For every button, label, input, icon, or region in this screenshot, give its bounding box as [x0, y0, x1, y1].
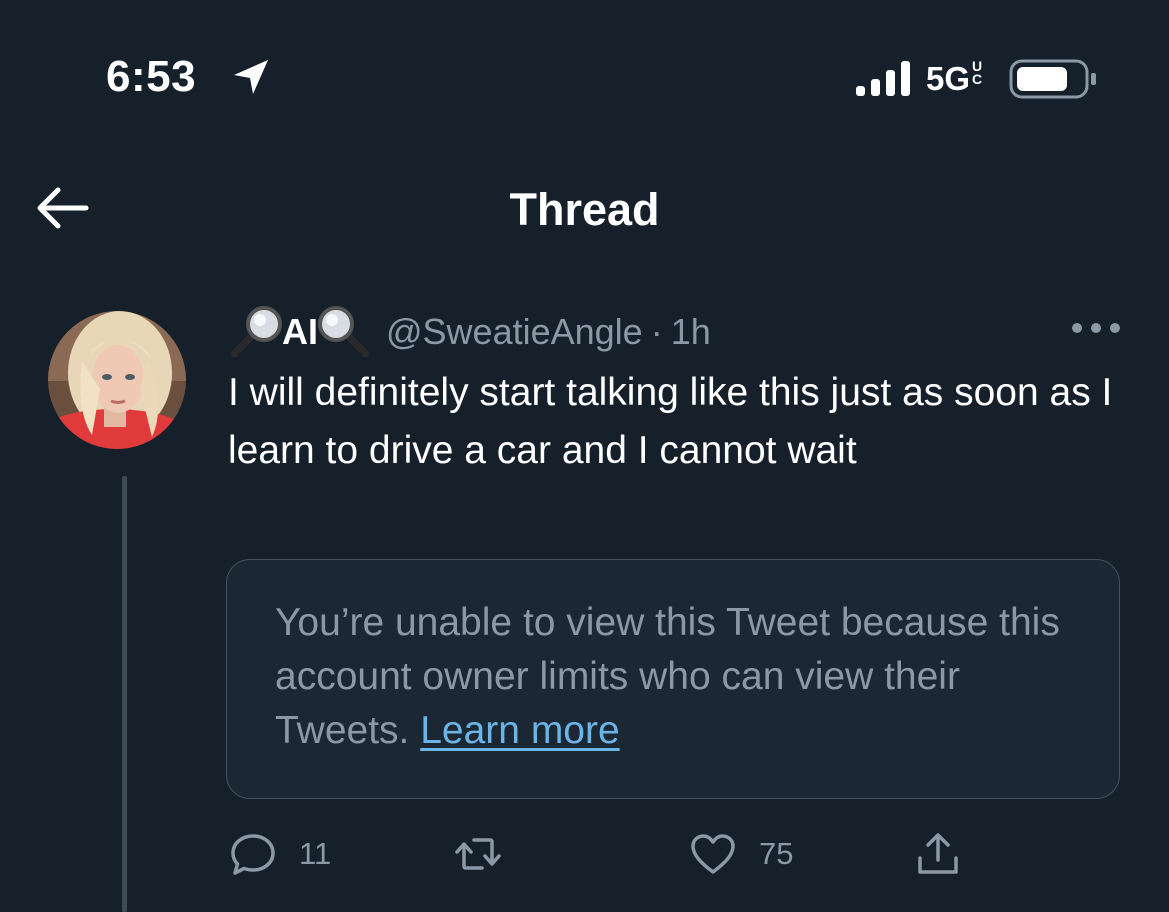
avatar[interactable]: [48, 311, 186, 449]
tweet-header: AI @SweatieAngle · 1h: [228, 304, 711, 360]
user-handle[interactable]: @SweatieAngle: [386, 304, 643, 360]
unavailable-tweet-card: You’re unable to view this Tweet because…: [226, 559, 1120, 799]
share-button[interactable]: [914, 826, 962, 882]
network-indicator: 5G UC: [926, 58, 986, 100]
reply-button[interactable]: 11: [229, 826, 331, 882]
reply-count: 11: [299, 836, 332, 871]
retweet-icon: [455, 838, 501, 870]
battery-icon: [1009, 59, 1096, 99]
unavailable-tweet-message: You’re unable to view this Tweet because…: [275, 596, 1075, 758]
learn-more-link[interactable]: Learn more: [420, 709, 619, 752]
tweet-text: I will definitely start talking like thi…: [228, 371, 1113, 472]
display-name[interactable]: AI: [282, 304, 318, 360]
location-arrow-icon: [234, 60, 268, 94]
page-title: Thread: [509, 184, 660, 235]
cellular-signal-icon: [856, 61, 910, 96]
magnifying-glass-right-icon: [318, 306, 370, 358]
more-options-icon[interactable]: [1068, 315, 1124, 341]
network-type: 5G: [926, 60, 971, 97]
twitter-thread-screen: 6:53 5G UC Thread AI @SweatieAngle · 1h …: [0, 0, 1169, 912]
share-icon: [918, 833, 958, 874]
like-count: 75: [759, 836, 794, 871]
meta-separator: ·: [650, 311, 663, 352]
reply-icon: [231, 834, 275, 875]
network-suffix: UC: [972, 58, 983, 87]
heart-icon: [691, 834, 735, 874]
thread-connector-line: [122, 476, 127, 912]
avatar-image: [48, 311, 186, 449]
magnifying-glass-left-icon: [230, 306, 282, 358]
retweet-button[interactable]: [454, 826, 524, 882]
status-time: 6:53: [106, 52, 197, 101]
unavailable-message-text: You’re unable to view this Tweet because…: [275, 601, 1060, 752]
tweet-timestamp[interactable]: 1h: [671, 304, 711, 360]
like-button[interactable]: 75: [689, 826, 793, 882]
